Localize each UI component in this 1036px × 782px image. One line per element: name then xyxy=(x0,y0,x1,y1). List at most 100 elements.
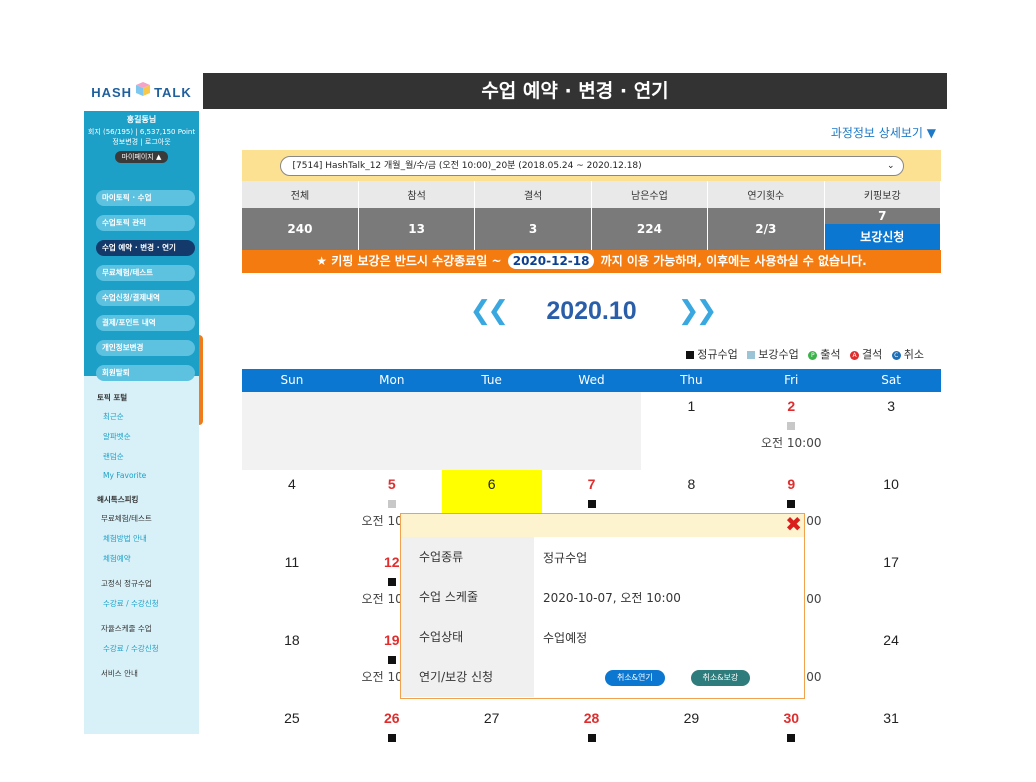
chevron-down-icon: ⌄ xyxy=(886,160,895,171)
day-number: 4 xyxy=(288,476,296,492)
stat-header-keeping: 키핑보강 xyxy=(824,181,942,208)
calendar-day-cell[interactable]: 25 xyxy=(242,704,342,782)
calendar-empty-cell xyxy=(541,392,642,470)
prev-month-button[interactable]: ❮❮ xyxy=(470,296,510,326)
regular-class-marker[interactable] xyxy=(787,734,796,742)
service-guide[interactable]: 서비스 안내 xyxy=(101,668,199,679)
attend-circle-icon: P xyxy=(808,350,818,360)
calendar-week-row: 25 26 27 28 29 30 31 xyxy=(242,704,941,782)
calendar-day-cell[interactable]: 1 xyxy=(641,392,741,470)
sidebar-item-free-trial[interactable]: 무료체험/테스트 xyxy=(96,265,195,281)
regular-class-marker[interactable] xyxy=(387,656,396,664)
topic-link-recent[interactable]: 최근순 xyxy=(103,411,199,422)
popup-row-type: 수업종류 정규수업 xyxy=(401,537,804,577)
cancel-delay-button[interactable]: 취소&연기 xyxy=(605,669,665,686)
user-links[interactable]: 정보변경 | 로그아웃 xyxy=(86,137,197,147)
course-select[interactable]: [7514] HashTalk_12 개월_월/수/금 (오전 10:00)_2… xyxy=(279,155,904,176)
user-name: 홍길동님 xyxy=(126,115,157,124)
calendar-day-cell[interactable]: 18 xyxy=(242,626,342,704)
speaking-heading: 해시톡스피킹 xyxy=(97,495,139,504)
calendar-day-cell[interactable]: 10 xyxy=(841,470,941,548)
calendar-day-cell[interactable]: 31 xyxy=(841,704,941,782)
sidebar-item-my-topic[interactable]: 마이토픽 · 수업 xyxy=(96,190,195,206)
calendar-day-cell[interactable]: 3 xyxy=(841,392,941,470)
hashtalk-logo[interactable]: HASH TALK xyxy=(84,73,199,111)
cube-logo-icon xyxy=(135,81,151,97)
day-number: 17 xyxy=(883,554,899,570)
next-month-button[interactable]: ❯❯ xyxy=(678,296,718,326)
day-number: 29 xyxy=(683,710,700,726)
regular-class-marker[interactable] xyxy=(387,578,396,586)
calendar-day-cell[interactable]: 17 xyxy=(841,548,941,626)
popup-request-buttons: 취소&연기 취소&보강 xyxy=(534,669,751,686)
day-number: 24 xyxy=(883,632,899,648)
calendar-day-cell[interactable]: 28 xyxy=(542,704,642,782)
free-schedule-heading: 자율스케줄 수업 xyxy=(101,624,152,633)
makeup-request-button[interactable]: 보강신청 xyxy=(824,224,940,250)
sidebar-item-profile[interactable]: 개인정보변경 xyxy=(96,340,195,356)
notice-text-after: 까지 이용 가능하며, 이후에는 사용하실 수 없습니다. xyxy=(600,254,867,268)
course-detail-link[interactable]: 과정정보 상세보기 ▼ xyxy=(831,124,936,141)
fixed-class-link[interactable]: 수강료 / 수강신청 xyxy=(103,598,199,609)
close-icon[interactable]: ✖ xyxy=(785,513,802,535)
stat-delay: 2/3 xyxy=(707,208,825,250)
cancel-makeup-button[interactable]: 취소&보강 xyxy=(690,669,751,686)
day-number: 18 xyxy=(284,632,300,648)
regular-class-marker[interactable] xyxy=(787,500,796,508)
day-number: 28 xyxy=(583,710,600,726)
popup-header: ✖ xyxy=(401,513,804,537)
regular-class-marker[interactable] xyxy=(587,734,596,742)
month-navigation: ❮❮ 2020.10 ❯❯ xyxy=(242,296,941,332)
sidebar-links: 토픽 포털 최근순 알파벳순 랜덤순 My Favorite 해시톡스피킹 무료… xyxy=(84,376,199,679)
sidebar-item-topic-manage[interactable]: 수업토픽 관리 xyxy=(96,215,195,231)
day-number: 8 xyxy=(687,476,696,492)
absent-circle-icon: A xyxy=(850,350,859,360)
calendar-day-cell[interactable]: 27 xyxy=(442,704,542,782)
page-title: 수업 예약 · 변경 · 연기 xyxy=(203,73,947,109)
legend-regular: 정규수업 xyxy=(686,348,738,361)
user-info: 홍길동님 회지 (56/195) | 6,537,150 Point 정보변경 … xyxy=(84,111,199,190)
popup-value-type: 정규수업 xyxy=(543,550,588,565)
topic-link-random[interactable]: 랜덤순 xyxy=(103,451,199,462)
trial-link-guide[interactable]: 체험방법 안내 xyxy=(103,533,199,544)
black-square-icon xyxy=(686,351,695,359)
calendar-day-cell[interactable]: 26 xyxy=(342,704,442,782)
stat-attended: 13 xyxy=(358,208,476,250)
class-marker[interactable] xyxy=(387,500,396,508)
calendar-day-cell[interactable]: 30 xyxy=(741,704,841,782)
sidebar-toggle-handle[interactable] xyxy=(199,335,203,425)
calendar-empty-cell xyxy=(441,392,542,470)
calendar-day-cell[interactable]: 2 오전 10:00 xyxy=(741,392,841,470)
topic-link-favorite[interactable]: My Favorite xyxy=(103,471,199,480)
weekday-thu: Thu xyxy=(680,373,703,387)
regular-class-marker[interactable] xyxy=(587,500,596,508)
free-schedule-link[interactable]: 수강료 / 수강신청 xyxy=(103,643,199,654)
popup-row-status: 수업상태 수업예정 xyxy=(401,617,804,657)
blue-square-icon xyxy=(747,351,756,359)
day-number: 26 xyxy=(384,710,400,726)
popup-value-status: 수업예정 xyxy=(543,630,588,645)
topic-link-alpha[interactable]: 알파벳순 xyxy=(103,431,199,442)
logo-text-right: TALK xyxy=(154,84,192,100)
notice-end-date: 2020-12-18 xyxy=(507,253,595,269)
day-number: 25 xyxy=(284,710,300,726)
calendar-day-cell[interactable]: 11 xyxy=(242,548,342,626)
my-page-button[interactable]: 마이페이지 ▲ xyxy=(114,151,169,163)
class-marker[interactable] xyxy=(787,422,796,430)
popup-label-schedule: 수업 스케줄 xyxy=(401,577,534,617)
stat-keeping-value: 7 xyxy=(878,209,887,223)
sidebar: HASH TALK 홍길동님 회지 (56/195) | 6,537,150 P… xyxy=(84,73,199,734)
sidebar-item-points[interactable]: 결제/포인트 내역 xyxy=(96,315,195,331)
trial-link-reserve[interactable]: 체험예약 xyxy=(103,553,199,564)
sidebar-item-payment-history[interactable]: 수업신청/결제내역 xyxy=(96,290,195,306)
regular-class-marker[interactable] xyxy=(387,734,396,742)
day-number: 3 xyxy=(887,398,895,414)
sidebar-item-reservation[interactable]: 수업 예약 · 변경 · 연기 xyxy=(96,240,195,256)
legend-absent: A 결석 xyxy=(850,348,882,361)
stat-header-absent: 결석 xyxy=(474,181,592,208)
calendar-empty-cell xyxy=(341,392,442,470)
calendar-day-cell[interactable]: 24 xyxy=(841,626,941,704)
calendar-day-cell[interactable]: 4 xyxy=(242,470,342,548)
calendar-day-cell[interactable]: 29 xyxy=(641,704,741,782)
weekday-wed: Wed xyxy=(578,373,605,387)
